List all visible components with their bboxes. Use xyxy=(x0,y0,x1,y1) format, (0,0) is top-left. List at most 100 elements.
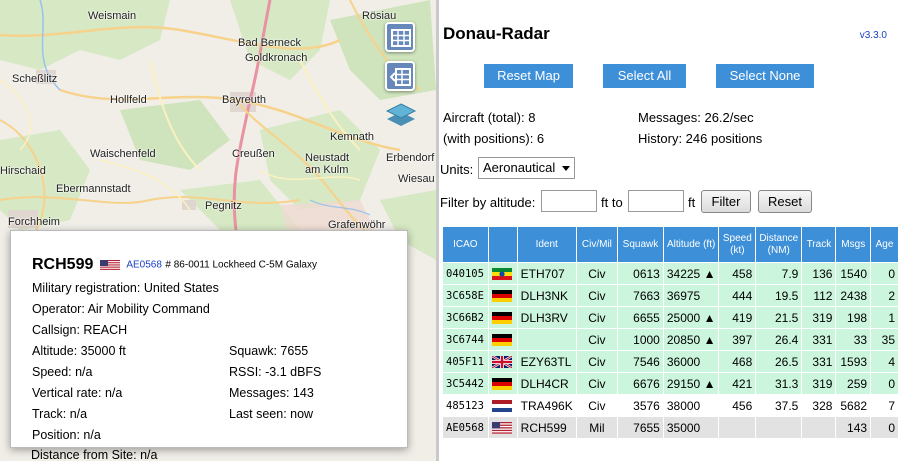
popup-squawk: Squawk: 7655 xyxy=(229,344,309,358)
col-header-ident[interactable]: Ident xyxy=(516,226,577,263)
cell-ident: DLH3NK xyxy=(516,284,577,307)
cell-speed: 421 xyxy=(718,372,757,395)
table-row[interactable]: 485123 TRA496K Civ 3576 38000 456 37.5 328 5682 7 xyxy=(442,394,899,417)
cell-msgs: 1593 xyxy=(835,350,872,373)
cell-icao: 485123 xyxy=(442,394,489,417)
collapse-table-button[interactable] xyxy=(385,61,415,91)
cell-track: 136 xyxy=(801,262,837,285)
map-place-label: Wiesau xyxy=(398,173,435,185)
uk-flag-icon xyxy=(491,356,512,369)
popup-altitude: Altitude: 35000 ft xyxy=(32,344,126,358)
units-label: Units: xyxy=(440,162,474,177)
col-header-msgs[interactable]: Msgs xyxy=(835,226,872,263)
chevron-down-icon xyxy=(562,166,570,171)
filter-button[interactable]: Filter xyxy=(701,190,751,213)
map-place-label: Hirschaid xyxy=(0,165,46,177)
select-all-button[interactable]: Select All xyxy=(603,64,686,88)
cell-speed: 458 xyxy=(718,262,757,285)
layers-button[interactable] xyxy=(385,100,417,130)
version-link[interactable]: v3.3.0 xyxy=(860,30,887,41)
cell-msgs: 259 xyxy=(835,372,872,395)
map-place-label: Goldkronach xyxy=(245,52,308,64)
cell-age: 7 xyxy=(870,394,899,417)
cell-squawk: 7546 xyxy=(617,350,664,373)
cell-flag xyxy=(487,306,518,329)
cell-flag xyxy=(487,372,518,395)
altitude-max-input[interactable] xyxy=(628,190,684,212)
aircraft-with-positions: (with positions): 6 xyxy=(443,131,545,146)
cell-civmil: Civ xyxy=(575,306,619,329)
cell-squawk: 7663 xyxy=(617,284,664,307)
usa-flag-icon xyxy=(99,259,120,271)
units-select-value: Aeronautical xyxy=(483,160,556,175)
cell-msgs: 198 xyxy=(835,306,872,329)
col-header-altitude[interactable]: Altitude (ft) xyxy=(662,226,720,263)
popup-vertical-rate: Vertical rate: n/a xyxy=(32,386,123,400)
cell-track: 331 xyxy=(801,350,837,373)
map-place-label: Forchheim xyxy=(8,216,60,228)
altitude-min-input[interactable] xyxy=(541,190,597,212)
table-row[interactable]: 040105 ETH707 Civ 0613 34225 ▲ 458 7.9 136 1540 0 xyxy=(442,262,899,285)
popup-operator: Operator: Air Mobility Command xyxy=(32,302,210,316)
cell-age: 0 xyxy=(870,416,899,439)
ethiopia-flag-icon xyxy=(491,268,512,281)
popup-icao-link[interactable]: AE0568 xyxy=(126,260,162,271)
map-place-label: Creußen xyxy=(232,148,275,160)
sidebar: Donau-Radar v3.3.0 Reset Map Select All … xyxy=(439,0,899,461)
map-place-label: Bayreuth xyxy=(222,94,267,106)
cell-age: 1 xyxy=(870,306,899,329)
cell-age: 4 xyxy=(870,350,899,373)
map-place-label: Hollfeld xyxy=(110,94,147,106)
popup-messages: Messages: 143 xyxy=(229,386,314,400)
cell-distance: 7.9 xyxy=(755,262,803,285)
table-arrow-icon xyxy=(390,68,411,86)
popup-registration: # 86-0011 Lockheed C-5M Galaxy xyxy=(165,259,317,271)
cell-altitude: 36975 xyxy=(662,284,720,307)
col-header-age[interactable]: Age xyxy=(870,226,899,263)
map-place-label: Weismain xyxy=(88,10,137,22)
reset-filter-button[interactable]: Reset xyxy=(758,190,812,213)
cell-msgs: 33 xyxy=(835,328,872,351)
col-header-civmil[interactable]: Civ/Mil xyxy=(575,226,619,263)
cell-speed: 468 xyxy=(718,350,757,373)
cell-squawk: 6655 xyxy=(617,306,664,329)
units-select[interactable]: Aeronautical xyxy=(478,157,575,179)
table-row[interactable]: 405F11 EZY63TL Civ 7546 36000 468 26.5 331 1593 4 xyxy=(442,350,899,373)
table-row[interactable]: 3C658E DLH3NK Civ 7663 36975 444 19.5 112 2438 2 xyxy=(442,284,899,307)
cell-age: 35 xyxy=(870,328,899,351)
col-header-speed[interactable]: Speed (kt) xyxy=(718,226,757,263)
select-none-button[interactable]: Select None xyxy=(716,64,814,88)
cell-flag xyxy=(487,350,518,373)
cell-msgs: 143 xyxy=(835,416,872,439)
cell-distance: 26.4 xyxy=(755,328,803,351)
map-place-label: Bad Berneck xyxy=(238,37,301,49)
aircraft-info-popup: RCH599 AE0568 # 86-0011 Lockheed C-5M Ga… xyxy=(10,230,408,448)
cell-civmil: Civ xyxy=(575,372,619,395)
germany-flag-icon xyxy=(491,290,512,303)
expand-table-button[interactable] xyxy=(385,22,415,52)
cell-icao: 3C6744 xyxy=(442,328,489,351)
popup-track: Track: n/a xyxy=(32,407,88,421)
reset-map-button[interactable]: Reset Map xyxy=(484,64,573,88)
table-row[interactable]: AE0568 RCH599 Mil 7655 35000 143 0 xyxy=(442,416,899,439)
cell-distance: 19.5 xyxy=(755,284,803,307)
popup-distance: Distance from Site: n/a xyxy=(31,448,158,461)
table-row[interactable]: 3C66B2 DLH3RV Civ 6655 25000 ▲ 419 21.5 319 198 1 xyxy=(442,306,899,329)
germany-flag-icon xyxy=(491,378,512,391)
cell-altitude: 25000 ▲ xyxy=(662,306,720,329)
col-header-track[interactable]: Track xyxy=(801,226,837,263)
cell-ident: RCH599 xyxy=(516,416,577,439)
cell-track xyxy=(801,416,837,439)
col-header-flag[interactable] xyxy=(487,226,518,263)
map-place-label: Erbendorf xyxy=(386,152,435,164)
cell-altitude: 29150 ▲ xyxy=(662,372,720,395)
table-row[interactable]: 3C5442 DLH4CR Civ 6676 29150 ▲ 421 31.3 319 259 0 xyxy=(442,372,899,395)
cell-distance: 21.5 xyxy=(755,306,803,329)
col-header-squawk[interactable]: Squawk xyxy=(617,226,664,263)
col-header-distance[interactable]: Distance (NM) xyxy=(755,226,803,263)
table-row[interactable]: 3C6744 Civ 1000 20850 ▲ 397 26.4 331 33 35 xyxy=(442,328,899,351)
cell-civmil: Civ xyxy=(575,328,619,351)
col-header-icao[interactable]: ICAO xyxy=(442,226,489,263)
cell-track: 328 xyxy=(801,394,837,417)
cell-icao: 3C66B2 xyxy=(442,306,489,329)
